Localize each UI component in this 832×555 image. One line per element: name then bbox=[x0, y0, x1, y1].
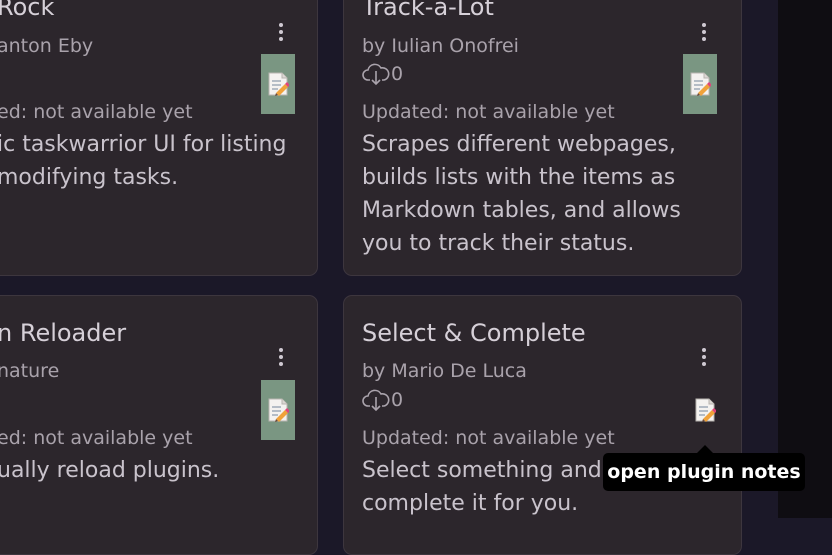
description-line: complete it for you. bbox=[362, 491, 579, 516]
more-vertical-icon[interactable] bbox=[271, 343, 291, 371]
more-vertical-icon[interactable] bbox=[271, 18, 291, 46]
tooltip-arrow bbox=[697, 445, 713, 453]
notes-button[interactable] bbox=[683, 54, 717, 114]
plugin-description: ually reload plugins. bbox=[0, 454, 219, 487]
description-line: ually reload plugins. bbox=[0, 458, 220, 483]
tooltip: open plugin notes bbox=[603, 453, 805, 491]
more-vertical-icon[interactable] bbox=[694, 343, 714, 371]
plugin-author: anton Eby bbox=[0, 35, 94, 57]
download-count: 0 bbox=[391, 389, 404, 411]
notes-button[interactable] bbox=[688, 380, 722, 440]
plugin-author: by Iulian Onofrei bbox=[362, 35, 519, 57]
plugin-title: Track-a-Lot bbox=[362, 0, 494, 21]
description-line: you to track their status. bbox=[362, 231, 635, 256]
description-line: ic taskwarrior UI for listing bbox=[0, 132, 287, 157]
window-edge bbox=[778, 0, 832, 518]
description-line: builds lists with the items as bbox=[362, 165, 676, 190]
plugin-downloads: 0 bbox=[362, 388, 403, 412]
more-vertical-icon[interactable] bbox=[694, 18, 714, 46]
plugin-author: nature bbox=[0, 360, 60, 382]
plugin-author: by Mario De Luca bbox=[362, 360, 527, 382]
notes-icon bbox=[268, 398, 289, 422]
notes-icon bbox=[695, 398, 716, 422]
plugin-card[interactable]: Select & Complete by Mario De Luca 0 Upd… bbox=[343, 295, 742, 555]
plugin-title: n Reloader bbox=[0, 319, 127, 347]
plugin-updated: ed: not available yet bbox=[0, 427, 193, 449]
notes-icon bbox=[690, 72, 711, 96]
plugin-title: Rock bbox=[0, 0, 55, 21]
plugin-updated: Updated: not available yet bbox=[362, 427, 615, 449]
plugin-description: Scrapes different webpages, builds lists… bbox=[362, 128, 681, 260]
notes-button[interactable] bbox=[261, 54, 295, 114]
plugin-description: ic taskwarrior UI for listing modifying … bbox=[0, 128, 286, 194]
download-count: 0 bbox=[391, 63, 404, 85]
plugin-card[interactable]: Rock anton Eby ed: not available yet ic … bbox=[0, 0, 318, 276]
cloud-download-icon bbox=[362, 389, 390, 412]
plugin-updated: ed: not available yet bbox=[0, 101, 193, 123]
description-line: Scrapes different webpages, bbox=[362, 132, 676, 157]
plugin-card[interactable]: Track-a-Lot by Iulian Onofrei 0 Updated:… bbox=[343, 0, 742, 276]
description-line: Markdown tables, and allows bbox=[362, 198, 681, 223]
description-line: modifying tasks. bbox=[0, 165, 179, 190]
plugin-title: Select & Complete bbox=[362, 319, 586, 347]
plugin-downloads: 0 bbox=[362, 62, 403, 86]
plugin-updated: Updated: not available yet bbox=[362, 101, 615, 123]
notes-button[interactable] bbox=[261, 380, 295, 440]
plugin-card[interactable]: n Reloader nature ed: not available yet … bbox=[0, 295, 318, 555]
cloud-download-icon bbox=[362, 63, 390, 86]
notes-icon bbox=[268, 72, 289, 96]
